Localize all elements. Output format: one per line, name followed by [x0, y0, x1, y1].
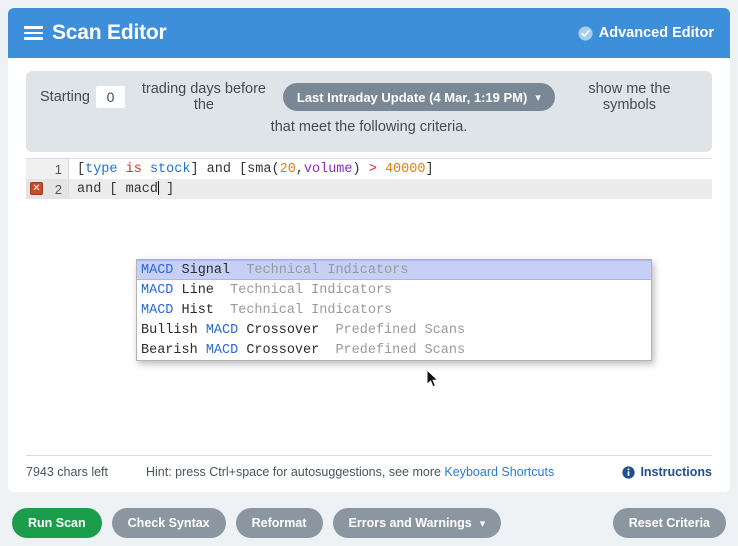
code-token: type [85, 161, 118, 177]
check-circle-icon [578, 25, 593, 41]
hint-text: Hint: press Ctrl+space for autosuggestio… [146, 465, 622, 479]
advanced-editor-label: Advanced Editor [598, 25, 714, 41]
code-token: ] [425, 161, 434, 177]
code-token: 20 [279, 161, 296, 177]
criteria-middle-label: trading days before the [141, 81, 266, 113]
code-token: sma [247, 161, 272, 177]
run-scan-button[interactable]: Run Scan [12, 508, 102, 538]
code-line[interactable]: 1 [type is stock] and [sma(20,volume) > 4… [26, 159, 712, 179]
autocomplete-name-prefix: Bearish [141, 342, 206, 358]
code-token: ) [352, 161, 369, 177]
autocomplete-item[interactable]: MACD Line Technical Indicators [137, 280, 651, 300]
autocomplete-category: Technical Indicators [246, 262, 409, 278]
editor-status-bar: 7943 chars left Hint: press Ctrl+space f… [26, 458, 712, 486]
autocomplete-name-suffix: Signal [173, 262, 247, 278]
chevron-down-icon: ▾ [479, 517, 486, 530]
criteria-line-1: Starting trading days before the Last In… [40, 81, 698, 113]
code-line-text[interactable]: [type is stock] and [sma(20,volume) > 40… [69, 162, 434, 177]
chars-left-label: 7943 chars left [26, 465, 108, 479]
errors-and-warnings-button[interactable]: Errors and Warnings ▾ [332, 508, 502, 538]
trading-days-input[interactable] [95, 86, 125, 108]
autocomplete-name-match: MACD [141, 302, 174, 318]
check-syntax-button[interactable]: Check Syntax [111, 508, 226, 538]
criteria-suffix-label: show me the symbols [588, 81, 671, 113]
editor-panel: Starting trading days before the Last In… [8, 58, 730, 492]
autocomplete-name-match: MACD [141, 282, 174, 298]
code-token: 40000 [384, 161, 426, 177]
autocomplete-name-match: MACD [205, 342, 239, 358]
error-x-icon[interactable]: ✕ [30, 182, 43, 195]
hamburger-bar [24, 37, 43, 40]
scan-editor-app: Scan Editor Advanced Editor Starting tra… [0, 0, 738, 546]
autocomplete-name-match: MACD [205, 322, 239, 338]
line-number: 2 [54, 181, 62, 197]
code-editor[interactable]: 1 [type is stock] and [sma(20,volume) > 4… [26, 158, 712, 456]
criteria-prefix-label: Starting [40, 89, 90, 105]
timeframe-label: Last Intraday Update (4 Mar, 1:19 PM) [296, 89, 528, 105]
reformat-button[interactable]: Reformat [235, 508, 323, 538]
autocomplete-item[interactable]: MACD Signal Technical Indicators [137, 260, 651, 280]
keyboard-shortcuts-link[interactable]: Keyboard Shortcuts [444, 465, 554, 479]
line-number-gutter: ✕ 2 [26, 179, 69, 199]
footer-toolbar: Run Scan Check Syntax Reformat Errors an… [0, 500, 738, 546]
hamburger-bar [24, 31, 43, 35]
autocomplete-item[interactable]: Bullish MACD Crossover Predefined Scans [137, 320, 651, 340]
autocomplete-item[interactable]: Bearish MACD Crossover Predefined Scans [137, 340, 651, 360]
code-token: [ [77, 161, 86, 177]
header-left-group: Scan Editor [24, 21, 167, 45]
code-token: volume [303, 161, 353, 177]
code-token: and [206, 161, 231, 177]
code-token: > [368, 161, 377, 177]
autocomplete-category: Predefined Scans [335, 342, 466, 358]
autocomplete-name-suffix: Line [173, 282, 231, 298]
autocomplete-popup[interactable]: MACD Signal Technical Indicators MACD Lin… [136, 259, 652, 361]
code-token: ( [271, 161, 280, 177]
chevron-down-icon: ▾ [535, 91, 541, 104]
code-line-text[interactable]: and [ macd ] [69, 181, 174, 197]
advanced-editor-toggle[interactable]: Advanced Editor [578, 25, 714, 41]
code-lines-container: 1 [type is stock] and [sma(20,volume) > 4… [26, 159, 712, 199]
errors-and-warnings-label: Errors and Warnings [348, 516, 472, 530]
mouse-cursor-icon [426, 369, 439, 388]
hamburger-bar [24, 26, 43, 29]
criteria-line-2: that meet the following criteria. [270, 119, 468, 135]
code-token: , [295, 161, 304, 177]
autocomplete-name-prefix: Bullish [141, 322, 206, 338]
code-token: [ [230, 161, 248, 177]
criteria-bar: Starting trading days before the Last In… [26, 71, 712, 152]
autocomplete-name-match: MACD [141, 262, 174, 278]
autocomplete-name-suffix: Crossover [238, 322, 336, 338]
page-title: Scan Editor [52, 21, 167, 44]
info-icon [622, 465, 636, 479]
line-number-gutter: 1 [26, 159, 69, 179]
code-token: ] [190, 161, 207, 177]
reset-criteria-button[interactable]: Reset Criteria [612, 508, 726, 538]
autocomplete-category: Predefined Scans [335, 322, 466, 338]
code-token: ] [158, 182, 175, 197]
code-line[interactable]: ✕ 2 and [ macd ] [26, 179, 712, 199]
autocomplete-name-suffix: Hist [173, 302, 231, 318]
instructions-label: Instructions [640, 465, 712, 479]
app-header: Scan Editor Advanced Editor [8, 8, 730, 58]
line-number: 1 [54, 161, 62, 177]
timeframe-dropdown[interactable]: Last Intraday Update (4 Mar, 1:19 PM) ▾ [282, 83, 555, 111]
autocomplete-category: Technical Indicators [230, 282, 393, 298]
autocomplete-category: Technical Indicators [230, 302, 393, 318]
instructions-link[interactable]: Instructions [622, 465, 712, 479]
autocomplete-item[interactable]: MACD Hist Technical Indicators [137, 300, 651, 320]
code-token: stock [149, 161, 191, 177]
autocomplete-name-suffix: Crossover [238, 342, 336, 358]
hamburger-icon[interactable] [24, 26, 43, 40]
code-token: and [ macd [77, 182, 159, 197]
hint-label: Hint: press Ctrl+space for autosuggestio… [146, 465, 445, 479]
code-token: is [125, 161, 142, 177]
